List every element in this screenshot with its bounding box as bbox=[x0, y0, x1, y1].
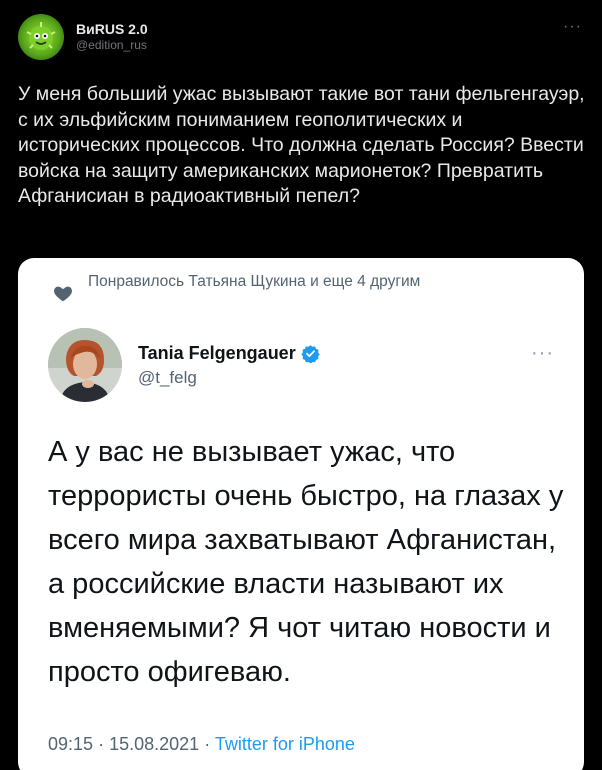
embedded-tweet-image[interactable]: Понравилось Татьяна Щукина и еще 4 други… bbox=[18, 258, 584, 770]
liked-by-text: Понравилось Татьяна Щукина и еще 4 други… bbox=[88, 273, 421, 290]
verified-badge-icon bbox=[301, 344, 320, 363]
meta-separator: · bbox=[98, 734, 105, 754]
heart-icon bbox=[54, 286, 72, 302]
embedded-meta: 09:15 · 15.08.2021 · Twitter for iPhone bbox=[48, 734, 355, 755]
embedded-time: 09:15 bbox=[48, 734, 94, 754]
embedded-handle: @t_felg bbox=[138, 367, 197, 387]
embedded-names: Tania Felgengauer @t_felg bbox=[138, 343, 320, 388]
author-names: ВиRUS 2.0 @edition_rus bbox=[76, 21, 148, 54]
embedded-source: Twitter for iPhone bbox=[214, 734, 355, 754]
embedded-display-name: Tania Felgengauer bbox=[138, 343, 320, 364]
tweet: ВиRUS 2.0 @edition_rus ··· У меня больши… bbox=[0, 0, 602, 770]
embedded-date: 15.08.2021 bbox=[109, 734, 200, 754]
embedded-author: Tania Felgengauer @t_felg bbox=[48, 328, 320, 402]
embedded-avatar bbox=[48, 328, 122, 402]
avatar[interactable] bbox=[18, 14, 64, 60]
embedded-display-name-text: Tania Felgengauer bbox=[138, 342, 296, 363]
display-name[interactable]: ВиRUS 2.0 bbox=[76, 21, 148, 39]
embedded-more-icon: ··· bbox=[531, 342, 554, 364]
meta-separator: · bbox=[204, 734, 211, 754]
tweet-text: У меня больший ужас вызывают такие вот т… bbox=[18, 83, 585, 207]
tweet-header: ВиRUS 2.0 @edition_rus bbox=[18, 14, 584, 60]
liked-by-row: Понравилось Татьяна Щукина и еще 4 други… bbox=[52, 272, 468, 304]
handle[interactable]: @edition_rus bbox=[76, 38, 148, 53]
embedded-tweet-text: А у вас не вызывает ужас, что террористы… bbox=[48, 436, 564, 688]
virus-avatar-icon bbox=[26, 22, 56, 50]
more-icon[interactable]: ··· bbox=[563, 18, 582, 36]
